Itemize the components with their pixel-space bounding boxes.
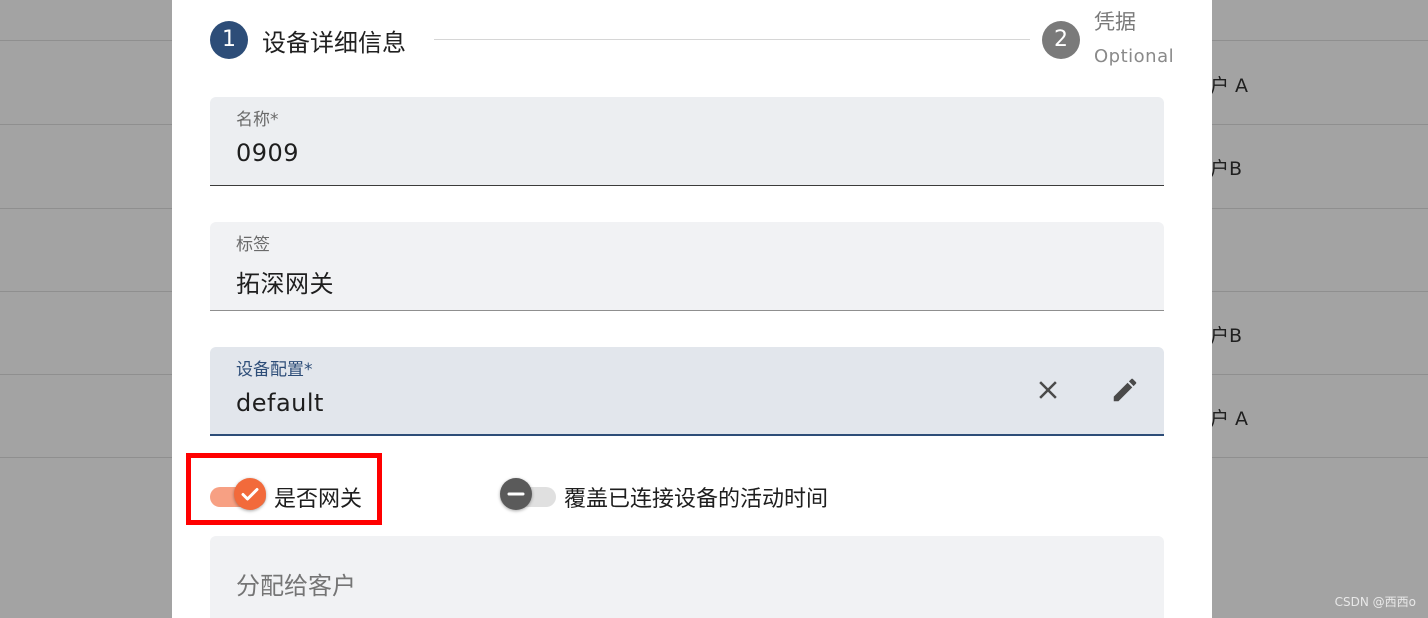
bg-customer-cell: 户 A	[1210, 75, 1249, 97]
bg-customer-cell: 户B	[1210, 325, 1243, 347]
device-profile-label: 设备配置*	[236, 360, 313, 380]
name-field-label: 名称*	[236, 110, 279, 130]
bg-customer-cell: 户B	[1210, 158, 1243, 180]
stepper: 1 设备详细信息 2 凭据 Optional	[210, 0, 1174, 80]
overwrite-activity-label[interactable]: 覆盖已连接设备的活动时间	[564, 481, 828, 513]
close-icon[interactable]	[1033, 375, 1063, 405]
name-field[interactable]: 名称* 0909	[210, 97, 1164, 186]
device-profile-value[interactable]: default	[236, 389, 324, 417]
minus-icon	[500, 478, 532, 510]
step-2-label[interactable]: 凭据	[1094, 6, 1136, 36]
step-2-optional-label: Optional	[1094, 46, 1175, 67]
annotation-highlight-box	[186, 453, 382, 525]
tag-field-label: 标签	[236, 235, 270, 255]
assign-customer-placeholder: 分配给客户	[236, 572, 356, 600]
bg-customer-cell: 户 A	[1210, 408, 1249, 430]
add-device-dialog: 1 设备详细信息 2 凭据 Optional 名称* 0909 标签 拓深网关 …	[172, 0, 1212, 618]
device-profile-field[interactable]: 设备配置* default	[210, 347, 1164, 436]
pencil-icon[interactable]	[1110, 375, 1140, 405]
step-2-indicator[interactable]: 2	[1042, 21, 1080, 59]
assign-customer-field[interactable]: 分配给客户	[210, 536, 1164, 618]
tag-field-value[interactable]: 拓深网关	[236, 264, 334, 299]
watermark: CSDN @西西o	[1334, 595, 1416, 609]
step-1-indicator[interactable]: 1	[210, 21, 248, 59]
tag-field[interactable]: 标签 拓深网关	[210, 222, 1164, 311]
overwrite-activity-toggle[interactable]	[500, 478, 560, 510]
step-1-label[interactable]: 设备详细信息	[262, 23, 406, 58]
step-connector	[434, 39, 1030, 40]
name-field-value[interactable]: 0909	[236, 139, 299, 167]
